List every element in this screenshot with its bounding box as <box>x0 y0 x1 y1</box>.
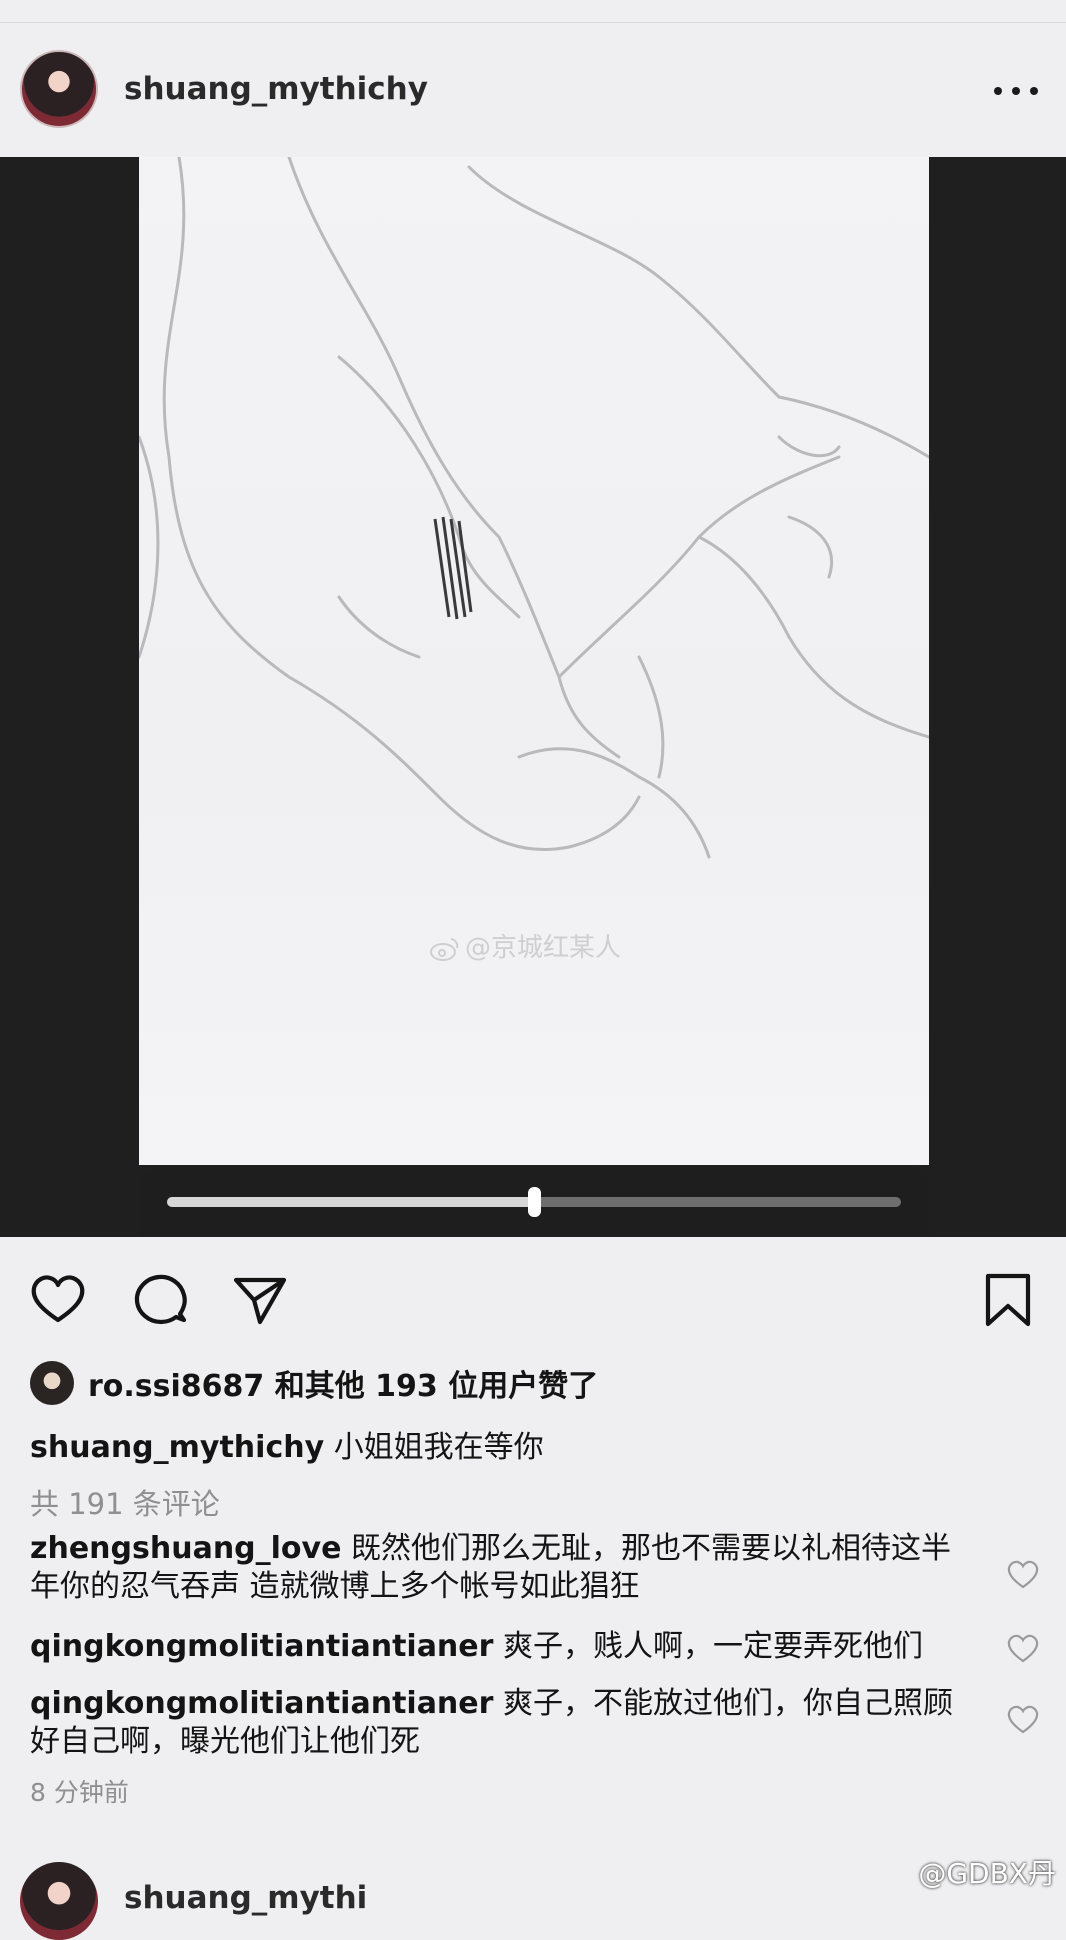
send-icon[interactable] <box>230 1270 290 1330</box>
comment-item: qingkongmolitiantiantianer 爽子，不能放过他们，你自己… <box>30 1685 970 1761</box>
comment-like-heart-icon[interactable] <box>1006 1558 1040 1592</box>
comment-text: 爽子，贱人啊，一定要弄死他们 <box>502 1629 923 1664</box>
post-photo: @京城红某人 <box>139 157 929 1165</box>
comment-username[interactable]: qingkongmolitiantiantianer <box>30 1629 493 1664</box>
page-watermark: @GDBX丹 <box>918 1857 1056 1890</box>
comment-icon[interactable] <box>130 1270 190 1330</box>
heart-icon[interactable] <box>28 1270 88 1330</box>
sketch-drawing <box>139 157 929 859</box>
photo-watermark-text: @京城红某人 <box>465 933 622 963</box>
comment-like-heart-icon[interactable] <box>1006 1632 1040 1666</box>
next-post-username[interactable]: shuang_mythi <box>124 1880 367 1916</box>
weibo-icon <box>430 937 459 961</box>
video-scrubber[interactable] <box>139 1165 929 1237</box>
photo-watermark: @京城红某人 <box>429 927 621 964</box>
more-horizontal-icon[interactable] <box>994 79 1038 103</box>
comment-like-heart-icon[interactable] <box>1006 1703 1040 1737</box>
view-comments-link[interactable]: 共 191 条评论 <box>30 1481 220 1523</box>
scrubber-progress <box>167 1197 534 1207</box>
scrubber-track[interactable] <box>167 1187 901 1217</box>
caption-text: 小姐姐我在等你 <box>333 1430 544 1465</box>
scrubber-handle[interactable] <box>528 1187 541 1217</box>
post-caption: shuang_mythichy 小姐姐我在等你 <box>30 1422 544 1466</box>
likes-summary[interactable]: ro.ssi8687 和其他 193 位用户赞了 <box>30 1361 598 1405</box>
comment-username[interactable]: zhengshuang_love <box>30 1531 341 1566</box>
post-media[interactable]: @京城红某人 <box>0 157 1066 1237</box>
next-post-avatar[interactable] <box>20 1862 98 1940</box>
comment-username[interactable]: qingkongmolitiantiantianer <box>30 1686 493 1721</box>
liker-avatar <box>30 1361 74 1405</box>
post-username[interactable]: shuang_mythichy <box>124 71 428 107</box>
likes-text[interactable]: ro.ssi8687 和其他 193 位用户赞了 <box>88 1361 598 1405</box>
user-avatar[interactable] <box>20 50 98 128</box>
post-actions <box>0 1270 1066 1330</box>
bookmark-icon[interactable] <box>978 1270 1038 1330</box>
comment-item: zhengshuang_love 既然他们那么无耻，那也不需要以礼相待这半年你的… <box>30 1530 970 1606</box>
comment-item: qingkongmolitiantiantianer 爽子，贱人啊，一定要弄死他… <box>30 1628 970 1666</box>
caption-username[interactable]: shuang_mythichy <box>30 1430 324 1465</box>
post-timestamp: 8 分钟前 <box>30 1778 129 1807</box>
post-header: shuang_mythichy <box>0 23 1066 157</box>
